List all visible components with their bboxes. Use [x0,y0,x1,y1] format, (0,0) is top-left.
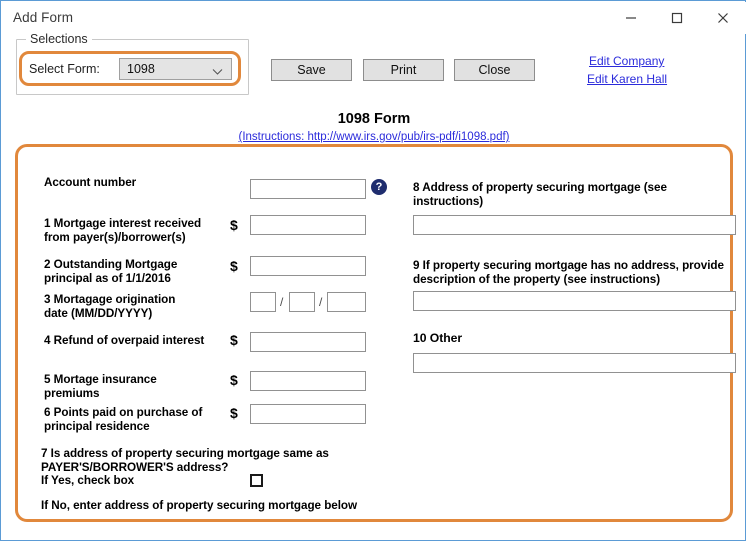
field9-input[interactable] [413,291,736,311]
field6-currency-symbol: $ [230,405,238,421]
field9-label: 9 If property securing mortgage has no a… [413,259,724,286]
minimize-icon [625,12,637,24]
print-button[interactable]: Print [363,59,444,81]
field8-label-line2: instructions) [413,194,484,208]
form-instructions-link[interactable]: (Instructions: http://www.irs.gov/pub/ir… [238,131,509,143]
select-form-label: Select Form: [29,62,100,76]
title-bar: Add Form [2,2,746,34]
add-form-window: Add Form Selections Select Form: 1098 Sa… [0,0,746,541]
maximize-icon [671,12,683,24]
field7-label-line2: PAYER'S/BORROWER'S address? [41,460,229,474]
field5-label-line2: premiums [44,386,100,400]
account-number-label: Account number [44,176,137,189]
close-icon [717,12,729,24]
form-instructions-link-wrap: (Instructions: http://www.irs.gov/pub/ir… [1,131,746,143]
field3-year-input[interactable] [327,292,366,312]
edit-company-link[interactable]: Edit Company [589,54,664,68]
chevron-down-icon [212,64,223,75]
field6-label-line2: principal residence [44,419,150,433]
field1-input[interactable] [250,215,366,235]
field2-label-line2: principal as of 1/1/2016 [44,271,171,285]
field6-label: 6 Points paid on purchase of principal r… [44,406,202,433]
field2-label: 2 Outstanding Mortgage principal as of 1… [44,258,177,285]
field7-label: 7 Is address of property securing mortga… [41,447,329,474]
close-button[interactable] [700,3,746,33]
field1-label-line1: 1 Mortgage interest received [44,217,202,230]
field7-label-line1: 7 Is address of property securing mortga… [41,447,329,460]
selections-group-label: Selections [26,32,92,46]
field3-label-line2: date (MM/DD/YYYY) [44,306,153,320]
field3-separator-2: / [319,295,323,309]
field3-label-line1: 3 Mortagage origination [44,293,176,306]
field8-label: 8 Address of property securing mortgage … [413,181,667,208]
field5-input[interactable] [250,371,366,391]
field10-input[interactable] [413,353,736,373]
edit-person-link[interactable]: Edit Karen Hall [587,72,667,86]
field3-day-input[interactable] [289,292,315,312]
close-form-button[interactable]: Close [454,59,535,81]
save-button[interactable]: Save [271,59,352,81]
field3-separator-1: / [280,295,284,309]
field4-input[interactable] [250,332,366,352]
field5-label-line1: 5 Mortage insurance [44,373,157,386]
field1-label: 1 Mortgage interest received from payer(… [44,217,201,244]
field10-label: 10 Other [413,331,463,345]
field9-label-line1: 9 If property securing mortgage has no a… [413,259,724,272]
field2-currency-symbol: $ [230,258,238,274]
help-icon[interactable]: ? [371,179,387,195]
field9-label-line2: description of the property (see instruc… [413,272,661,286]
field1-currency-symbol: $ [230,217,238,233]
field7-no-label: If No, enter address of property securin… [41,499,358,512]
field2-label-line1: 2 Outstanding Mortgage [44,258,178,271]
field8-input[interactable] [413,215,736,235]
field6-input[interactable] [250,404,366,424]
field1-label-line2: from payer(s)/borrower(s) [44,230,186,244]
form-title: 1098 Form [337,111,411,127]
minimize-button[interactable] [608,3,654,33]
field4-label: 4 Refund of overpaid interest [44,334,205,347]
field7-yes-label: If Yes, check box [41,474,135,487]
field5-currency-symbol: $ [230,372,238,388]
field3-month-input[interactable] [250,292,276,312]
field8-label-line1: 8 Address of property securing mortgage … [413,181,667,194]
account-number-input[interactable] [250,179,366,199]
window-title: Add Form [13,10,74,25]
field5-label: 5 Mortage insurance premiums [44,373,157,400]
select-form-value: 1098 [127,62,155,76]
field2-input[interactable] [250,256,366,276]
field7-yes-checkbox[interactable] [250,474,263,487]
select-form-dropdown[interactable]: 1098 [119,58,232,80]
field6-label-line1: 6 Points paid on purchase of [44,406,203,419]
maximize-button[interactable] [654,3,700,33]
field3-label: 3 Mortagage origination date (MM/DD/YYYY… [44,293,175,320]
field4-currency-symbol: $ [230,332,238,348]
